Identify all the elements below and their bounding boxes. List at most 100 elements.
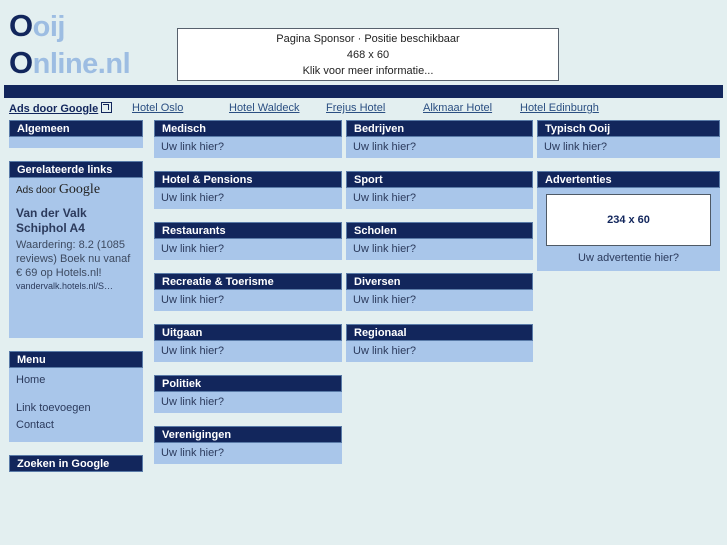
category-title-diversen: Diversen [346,273,533,290]
category-body-hotel-pensions: Uw link hier? [154,188,342,209]
sidebar-ad-title-line-1[interactable]: Van der Valk [16,206,136,221]
sidebar-block-related-links: Gerelateerde links Ads door Google Van d… [9,161,143,338]
category-title-bedrijven: Bedrijven [346,120,533,137]
page-header: Ooij Online.nl Pagina Sponsor · Positie … [0,0,727,85]
logo-cap-1: O [9,8,33,43]
advertenties-caption[interactable]: Uw advertentie hier? [544,246,713,266]
category-link-recreatie-toerisme[interactable]: Uw link hier? [161,294,224,306]
category-title-medisch: Medisch [154,120,342,137]
sidebar-block-menu-title: Menu [9,351,143,368]
category-body-verenigingen: Uw link hier? [154,443,342,464]
category-title-regionaal: Regionaal [346,324,533,341]
sidebar-ad-title-line-2[interactable]: Schiphol A4 [16,221,136,236]
ads-by-google-sidebar-label: Ads door Google [16,182,136,198]
category-title-scholen: Scholen [346,222,533,239]
category-link-medisch[interactable]: Uw link hier? [161,141,224,153]
category-column-2: Bedrijven Uw link hier? Sport Uw link hi… [346,120,533,375]
ads-link-1[interactable]: Hotel Waldeck [229,102,326,114]
category-block-regionaal: Regionaal Uw link hier? [346,324,533,362]
category-link-typisch-ooij[interactable]: Uw link hier? [544,141,607,153]
advertenties-title: Advertenties [537,171,720,188]
category-title-uitgaan: Uitgaan [154,324,342,341]
category-column-1: Medisch Uw link hier? Hotel & Pensions U… [154,120,342,477]
category-body-regionaal: Uw link hier? [346,341,533,362]
category-block-sport: Sport Uw link hier? [346,171,533,209]
logo-rest-2: nline.nl [32,48,131,80]
menu-item-contact[interactable]: Contact [16,417,136,434]
category-link-verenigingen[interactable]: Uw link hier? [161,447,224,459]
category-title-recreatie-toerisme: Recreatie & Toerisme [154,273,342,290]
menu-item-link-toevoegen[interactable]: Link toevoegen [16,400,136,417]
category-link-scholen[interactable]: Uw link hier? [353,243,416,255]
category-link-uitgaan[interactable]: Uw link hier? [161,345,224,357]
menu-item-contact-label[interactable]: Contact [16,419,54,431]
sidebar-block-related-body: Ads door Google Van der Valk Schiphol A4… [9,178,143,338]
category-block-diversen: Diversen Uw link hier? [346,273,533,311]
sponsor-banner[interactable]: Pagina Sponsor · Positie beschikbaar 468… [177,28,559,81]
category-title-politiek: Politiek [154,375,342,392]
category-block-recreatie-toerisme: Recreatie & Toerisme Uw link hier? [154,273,342,311]
logo-cap-2: O [9,45,33,80]
sponsor-line-3: Klik voor meer informatie... [302,64,434,77]
category-block-typisch-ooij: Typisch Ooij Uw link hier? [537,120,720,158]
google-ads-bar: Ads door Google Hotel Oslo Hotel Waldeck… [0,98,727,120]
page-body: Algemeen Gerelateerde links Ads door Goo… [0,120,727,545]
category-column-3: Typisch Ooij Uw link hier? Advertenties … [537,120,720,284]
advertenties-body: 234 x 60 Uw advertentie hier? [537,188,720,271]
category-link-politiek[interactable]: Uw link hier? [161,396,224,408]
category-body-politiek: Uw link hier? [154,392,342,413]
category-link-bedrijven[interactable]: Uw link hier? [353,141,416,153]
category-body-sport: Uw link hier? [346,188,533,209]
ads-link-3[interactable]: Alkmaar Hotel [423,102,520,114]
sidebar-block-related-title: Gerelateerde links [9,161,143,178]
sidebar-block-algemeen-body [9,137,143,148]
advertenties-caption-link[interactable]: Uw advertentie hier? [578,252,679,264]
category-block-verenigingen: Verenigingen Uw link hier? [154,426,342,464]
category-body-typisch-ooij: Uw link hier? [537,137,720,158]
logo-rest-1: oij [32,11,66,43]
category-block-restaurants: Restaurants Uw link hier? [154,222,342,260]
sidebar-block-menu-body: Home Link toevoegen Contact [9,368,143,442]
ads-link-0[interactable]: Hotel Oslo [132,102,229,114]
menu-item-link-toevoegen-label[interactable]: Link toevoegen [16,402,91,414]
logo-line-1: Ooij [9,8,130,45]
category-block-uitgaan: Uitgaan Uw link hier? [154,324,342,362]
advertenties-banner-placeholder[interactable]: 234 x 60 [546,194,711,246]
category-body-scholen: Uw link hier? [346,239,533,260]
category-body-medisch: Uw link hier? [154,137,342,158]
category-title-hotel-pensions: Hotel & Pensions [154,171,342,188]
category-block-medisch: Medisch Uw link hier? [154,120,342,158]
category-block-scholen: Scholen Uw link hier? [346,222,533,260]
ads-link-4[interactable]: Hotel Edinburgh [520,102,617,114]
site-logo[interactable]: Ooij Online.nl [9,8,131,82]
ads-link-list: Hotel Oslo Hotel Waldeck Frejus Hotel Al… [132,102,692,114]
category-link-restaurants[interactable]: Uw link hier? [161,243,224,255]
sidebar-block-menu: Menu Home Link toevoegen Contact [9,351,143,442]
sidebar-block-search-google: Zoeken in Google [9,455,143,472]
logo-line-2: Online.nl [9,45,131,82]
external-link-icon [101,102,113,113]
category-title-typisch-ooij: Typisch Ooij [537,120,720,137]
category-link-diversen[interactable]: Uw link hier? [353,294,416,306]
menu-item-home-label[interactable]: Home [16,374,45,386]
category-block-bedrijven: Bedrijven Uw link hier? [346,120,533,158]
menu-item-home[interactable]: Home [16,372,136,389]
category-link-sport[interactable]: Uw link hier? [353,192,416,204]
sidebar-ad-description: Waardering: 8.2 (1085 reviews) Boek nu v… [16,239,131,279]
category-body-diversen: Uw link hier? [346,290,533,311]
advertenties-block: Advertenties 234 x 60 Uw advertentie hie… [537,171,720,271]
sponsor-line-1: Pagina Sponsor · Positie beschikbaar [276,32,460,45]
category-body-restaurants: Uw link hier? [154,239,342,260]
navy-divider-strip [4,85,723,98]
category-link-hotel-pensions[interactable]: Uw link hier? [161,192,224,204]
ads-by-google-label[interactable]: Ads door Google [9,102,113,115]
category-block-hotel-pensions: Hotel & Pensions Uw link hier? [154,171,342,209]
sidebar-ad-url[interactable]: vandervalk.hotels.nl/S… [16,281,136,291]
category-block-politiek: Politiek Uw link hier? [154,375,342,413]
category-title-verenigingen: Verenigingen [154,426,342,443]
category-link-regionaal[interactable]: Uw link hier? [353,345,416,357]
category-body-uitgaan: Uw link hier? [154,341,342,362]
sidebar-block-algemeen-title: Algemeen [9,120,143,137]
ads-link-2[interactable]: Frejus Hotel [326,102,423,114]
sidebar-block-search-title: Zoeken in Google [9,455,143,472]
